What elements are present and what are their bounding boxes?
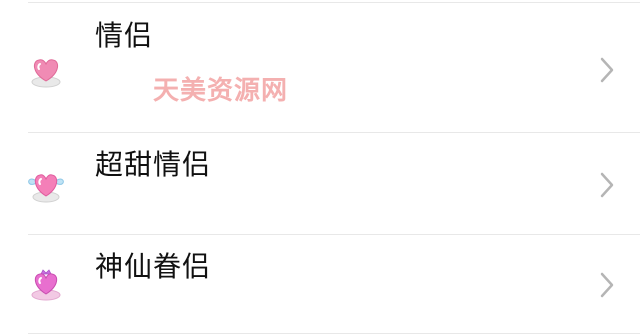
heart-badge-icon xyxy=(26,55,66,89)
list-item-title: 神仙眷侣 xyxy=(95,250,212,283)
list-item-title: 超甜情侣 xyxy=(95,148,212,181)
list-item-chaotian-qinglv[interactable]: 超甜情侣 xyxy=(0,134,640,234)
chevron-right-icon xyxy=(598,55,616,85)
chevron-right-icon xyxy=(598,170,616,200)
divider xyxy=(28,132,640,133)
divider xyxy=(28,2,640,3)
list-item-qinglv[interactable]: 情侣 xyxy=(0,5,640,132)
chevron-right-icon xyxy=(598,270,616,300)
crowned-heart-badge-icon xyxy=(26,268,66,302)
winged-heart-badge-icon xyxy=(26,170,66,204)
divider xyxy=(28,333,640,334)
divider xyxy=(28,234,640,235)
list-item-shenxian-juanlv[interactable]: 神仙眷侣 xyxy=(0,236,640,333)
list-item-title: 情侣 xyxy=(95,19,154,52)
watermark-text: 天美资源网 xyxy=(153,76,289,106)
relationship-list: 情侣 天美资源网 超甜情侣 神仙眷侣 xyxy=(0,0,640,335)
